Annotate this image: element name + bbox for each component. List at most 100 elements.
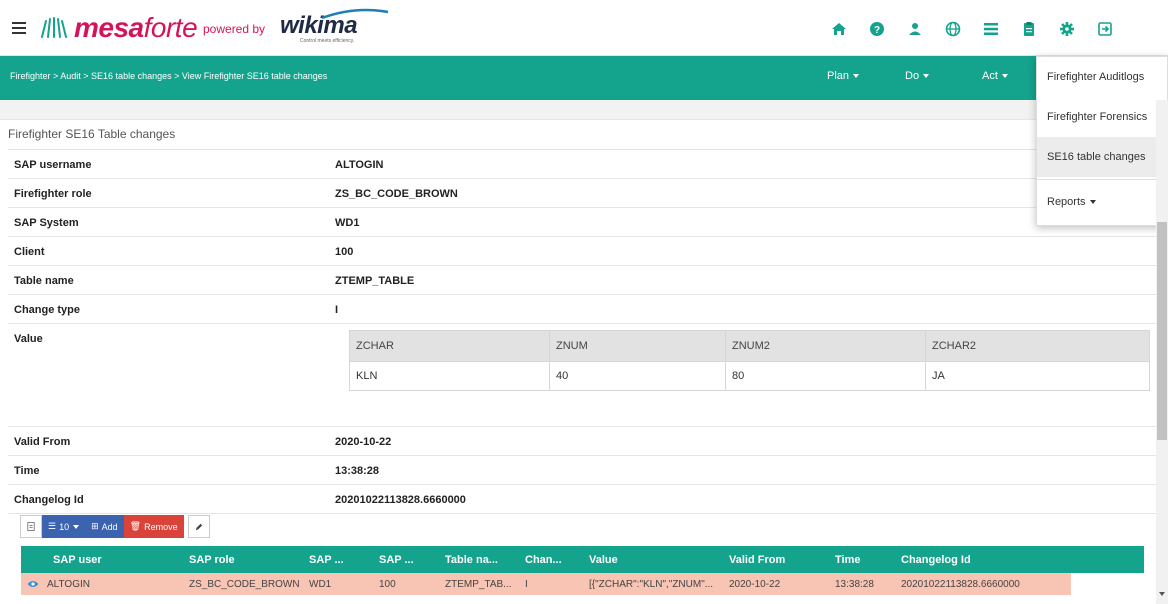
add-button[interactable]: ⊞ Add xyxy=(85,515,124,538)
detail-label: Client xyxy=(14,246,45,258)
detail-label: Firefighter role xyxy=(14,188,92,200)
grid-cell: ZTEMP_TAB... xyxy=(445,578,512,590)
wikima-logo: wikima Control meets efficiency. xyxy=(280,8,389,44)
detail-label: SAP username xyxy=(14,159,92,171)
menu-item-reports[interactable]: Reports xyxy=(1037,182,1167,222)
edit-button[interactable] xyxy=(187,515,210,538)
caret-down-icon xyxy=(853,74,860,79)
detail-panel: SAP username ALTOGIN Firefighter role ZS_B… xyxy=(8,149,1158,514)
column-header[interactable]: Changelog Id xyxy=(893,546,1043,573)
help-icon[interactable]: ? xyxy=(858,18,896,40)
menu-item-se16-table-changes[interactable]: SE16 table changes xyxy=(1037,137,1167,177)
user-icon[interactable] xyxy=(896,18,934,40)
top-bar: mesaforte powered by wikima Control meet… xyxy=(0,0,1168,56)
grid-cell: I xyxy=(525,578,528,590)
act-dropdown-menu: Firefighter Auditlogs Firefighter Forens… xyxy=(1036,56,1168,226)
mesaforte-logo[interactable]: mesaforte xyxy=(38,12,198,44)
detail-label: Table name xyxy=(14,275,74,287)
value-table: ZCHAR ZNUM ZNUM2 ZCHAR2 KLN 40 80 JA xyxy=(349,330,1150,391)
column-header[interactable]: SAP ... xyxy=(371,546,437,573)
detail-row-firefighter-role: Firefighter role ZS_BC_CODE_BROWN xyxy=(8,179,1158,208)
column-header[interactable]: Value xyxy=(581,546,721,573)
column-header[interactable]: Time xyxy=(827,546,893,573)
detail-label: Value xyxy=(14,333,43,345)
detail-row-change-type: Change type I xyxy=(8,295,1158,324)
detail-value: 13:38:28 xyxy=(335,465,380,477)
clipboard-icon[interactable] xyxy=(1010,18,1048,40)
gear-icon[interactable] xyxy=(1048,18,1086,40)
value-col-header: ZCHAR2 xyxy=(925,330,1150,362)
breadcrumb[interactable]: Firefighter > Audit > SE16 table changes… xyxy=(10,71,327,81)
scrollbar-thumb[interactable] xyxy=(1157,222,1167,440)
column-header[interactable]: Chan... xyxy=(517,546,581,573)
detail-value: ALTOGIN xyxy=(335,159,384,171)
caret-down-icon xyxy=(1001,74,1008,79)
header-icon-bar: ? xyxy=(820,18,1124,40)
eye-icon[interactable] xyxy=(27,580,39,588)
nav-bar: Firefighter > Audit > SE16 table changes… xyxy=(0,56,1168,100)
page-size-dropdown[interactable]: ☰ 10 xyxy=(42,515,86,538)
detail-value: 2020-10-22 xyxy=(335,436,392,448)
main-content: Firefighter SE16 Table changes SAP usern… xyxy=(0,100,1158,604)
detail-row-changelog-id: Changelog Id 20201022113828.6660000 xyxy=(8,485,1158,514)
grid-cell: 13:38:28 xyxy=(835,578,874,590)
trash-icon: 🗑 xyxy=(129,521,142,531)
column-header[interactable]: Valid From xyxy=(721,546,827,573)
detail-row-sap-system: SAP System WD1 xyxy=(8,208,1158,237)
sub-header-strip xyxy=(0,100,1156,120)
grid-cell: ALTOGIN xyxy=(21,573,181,595)
grid-cell: ZS_BC_CODE_BROWN xyxy=(189,578,300,590)
value-cell: JA xyxy=(925,361,1150,391)
detail-value: I xyxy=(335,304,339,316)
caret-down-icon xyxy=(1089,200,1096,204)
column-header[interactable]: Table na... xyxy=(437,546,517,573)
plan-menu[interactable]: Plan xyxy=(827,70,860,82)
changes-grid: SAP user SAP role SAP ... SAP ... Table … xyxy=(21,546,1144,595)
detail-row-valid-from: Valid From 2020-10-22 xyxy=(8,427,1158,456)
export-button[interactable] xyxy=(20,515,42,538)
value-col-header: ZNUM xyxy=(549,330,726,362)
detail-row-value: Value ZCHAR ZNUM ZNUM2 ZCHAR2 KLN 40 80 … xyxy=(8,324,1158,427)
powered-by-label: powered by xyxy=(203,22,266,36)
globe-icon[interactable] xyxy=(934,18,972,40)
list-icon[interactable] xyxy=(972,18,1010,40)
home-icon[interactable] xyxy=(820,18,858,40)
detail-row-time: Time 13:38:28 xyxy=(8,456,1158,485)
list-icon: ☰ xyxy=(48,521,57,531)
caret-down-icon xyxy=(923,74,930,79)
do-menu[interactable]: Do xyxy=(905,70,930,82)
detail-row-client: Client 100 xyxy=(8,237,1158,266)
scroll-down-arrow-icon[interactable] xyxy=(1159,592,1165,596)
grid-cell: WD1 xyxy=(309,578,332,590)
detail-value: ZTEMP_TABLE xyxy=(335,275,415,287)
remove-button[interactable]: 🗑 Remove xyxy=(123,515,184,538)
menu-item-firefighter-auditlogs[interactable]: Firefighter Auditlogs xyxy=(1037,57,1167,97)
grid-cell: 20201022113828.6660000 xyxy=(901,578,1020,590)
pencil-icon xyxy=(195,523,202,530)
hamburger-menu-icon[interactable] xyxy=(12,22,26,34)
wikima-swoosh-icon xyxy=(321,8,389,20)
detail-label: Valid From xyxy=(14,436,71,448)
grid-toolbar: ☰ 10 ⊞ Add 🗑 Remove xyxy=(20,515,210,538)
column-header[interactable]: SAP ... xyxy=(301,546,371,573)
menu-item-firefighter-forensics[interactable]: Firefighter Forensics xyxy=(1037,97,1167,137)
section-title: Firefighter SE16 Table changes xyxy=(8,127,176,141)
detail-row-sap-username: SAP username ALTOGIN xyxy=(8,150,1158,179)
detail-label: SAP System xyxy=(14,217,79,229)
sun-rays-icon xyxy=(41,17,67,38)
grid-cell: 100 xyxy=(379,578,396,590)
column-header[interactable]: SAP role xyxy=(181,546,301,573)
detail-value: WD1 xyxy=(335,217,360,229)
grid-cell: [{"ZCHAR":"KLN","ZNUM"... xyxy=(589,578,714,590)
logout-icon[interactable] xyxy=(1086,18,1124,40)
act-menu[interactable]: Act xyxy=(982,70,1008,82)
value-cell: 80 xyxy=(725,361,926,391)
column-header[interactable]: SAP user xyxy=(21,546,181,573)
detail-value: 20201022113828.6660000 xyxy=(335,494,466,506)
value-cell: 40 xyxy=(549,361,726,391)
detail-value: 100 xyxy=(335,246,354,258)
svg-text:?: ? xyxy=(874,25,880,36)
document-icon xyxy=(27,522,35,531)
table-row[interactable]: ALTOGIN ZS_BC_CODE_BROWN WD1 100 ZTEMP_T… xyxy=(21,573,1071,595)
plus-box-icon: ⊞ xyxy=(91,521,99,531)
